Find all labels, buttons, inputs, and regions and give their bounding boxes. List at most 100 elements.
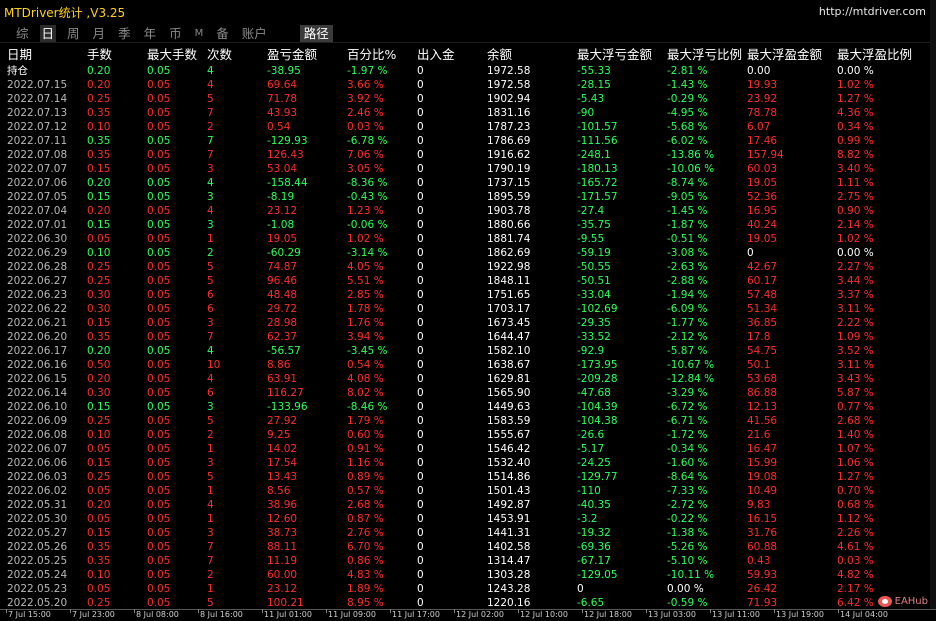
table-cell: 1546.42: [487, 443, 531, 455]
table-row[interactable]: 2022.06.06 0.15 0.05 3 17.54 1.16 % 0 1532.40 -2…: [0, 456, 930, 470]
table-row[interactable]: 2022.06.21 0.15 0.05 3 28.98 1.76 % 0 1673.45 -2…: [0, 316, 930, 330]
table-row[interactable]: 2022.05.23 0.05 0.05 1 23.12 1.89 % 0 1243.28 0 0…: [0, 582, 930, 596]
table-row[interactable]: 2022.07.05 0.15 0.05 3 -8.19 -0.43 % 0 1895.59 -…: [0, 190, 930, 204]
tab-9[interactable]: 账户: [240, 25, 269, 42]
table-row[interactable]: 2022.07.07 0.15 0.05 3 53.04 3.05 % 0 1790.19 -1…: [0, 162, 930, 176]
table-cell: 7: [207, 541, 214, 553]
table-cell: -2.81 %: [667, 64, 708, 77]
table-cell: -3.08 %: [667, 247, 708, 259]
column-header[interactable]: 盈亏金额: [267, 44, 347, 63]
table-cell: -13.86 %: [667, 149, 715, 161]
table-cell: 0: [417, 289, 424, 301]
table-row[interactable]: 2022.07.08 0.35 0.05 7 126.43 7.06 % 0 1916.62 -…: [0, 148, 930, 162]
table-cell: 1565.90: [487, 387, 531, 399]
table-cell: 1.78 %: [347, 303, 384, 315]
table-row[interactable]: 2022.06.09 0.25 0.05 5 27.92 1.79 % 0 1583.59 -1…: [0, 414, 930, 428]
table-row[interactable]: 2022.05.20 0.25 0.05 5 100.21 8.95 % 0 1220.16 -…: [0, 596, 930, 610]
table-cell: -33.52: [577, 331, 611, 343]
tab-1[interactable]: 日: [39, 24, 57, 42]
tab-6[interactable]: 币: [167, 25, 184, 42]
table-row[interactable]: 2022.06.02 0.05 0.05 1 8.56 0.57 % 0 1501.43 -11…: [0, 484, 930, 498]
table-row[interactable]: 2022.05.26 0.35 0.05 7 88.11 6.70 % 0 1402.58 -6…: [0, 540, 930, 554]
tab-2[interactable]: 周: [65, 25, 82, 42]
column-header[interactable]: 日期: [0, 44, 87, 63]
table-cell: 2022.06.17: [7, 345, 68, 357]
table-row[interactable]: 2022.07.04 0.20 0.05 4 23.12 1.23 % 0 1903.78 -2…: [0, 204, 930, 218]
table-row[interactable]: 2022.06.23 0.30 0.05 6 48.48 2.85 % 0 1751.65 -3…: [0, 288, 930, 302]
table-row[interactable]: 2022.06.17 0.20 0.05 4 -56.57 -3.45 % 0 1582.10…: [0, 344, 930, 358]
table-cell: 0.00 %: [667, 583, 704, 595]
table-cell: 0.03 %: [347, 121, 384, 133]
stats-table: 日期 手数 最大手数 次数 盈亏金额 百分比% 出入金 余额 最大浮亏金额 最大浮亏比例 最大浮盈金…: [0, 44, 930, 610]
table-row[interactable]: 2022.07.14 0.25 0.05 5 71.78 3.92 % 0 1902.94 -5…: [0, 92, 930, 106]
table-cell: 31.76: [747, 527, 778, 539]
table-row[interactable]: 2022.06.27 0.25 0.05 5 96.46 5.51 % 0 1848.11 -5…: [0, 274, 930, 288]
tab-3[interactable]: 月: [91, 25, 108, 42]
table-row[interactable]: 2022.06.30 0.05 0.05 1 19.05 1.02 % 0 1881.74 -9…: [0, 232, 930, 246]
website-link[interactable]: http://mtdriver.com: [819, 5, 926, 18]
table-row[interactable]: 2022.06.28 0.25 0.05 5 74.87 4.05 % 0 1922.98 -5…: [0, 260, 930, 274]
table-row[interactable]: 2022.07.13 0.35 0.05 7 43.93 2.46 % 0 1831.16 -9…: [0, 106, 930, 120]
table-cell: 3: [207, 317, 214, 329]
table-row[interactable]: 2022.06.14 0.30 0.05 6 116.27 8.02 % 0 1565.90 -…: [0, 386, 930, 400]
column-header[interactable]: 最大浮盈金额: [747, 44, 837, 63]
table-cell: 2022.06.10: [7, 401, 68, 413]
table-cell: -1.08: [267, 219, 295, 231]
table-row[interactable]: 2022.07.15 0.20 0.05 4 69.64 3.66 % 0 1972.58 -2…: [0, 78, 930, 92]
table-row[interactable]: 2022.06.10 0.15 0.05 3 -133.96 -8.46 % 0 1449.6…: [0, 400, 930, 414]
table-cell: 60.00: [267, 569, 298, 581]
table-cell: -1.45 %: [667, 205, 708, 217]
table-cell: 96.46: [267, 275, 298, 287]
column-header[interactable]: 最大浮亏比例: [667, 44, 747, 63]
column-header[interactable]: 百分比%: [347, 44, 417, 63]
table-cell: 1737.15: [487, 177, 531, 189]
tab-7[interactable]: M: [193, 25, 206, 42]
table-cell: 2.85 %: [347, 289, 384, 301]
tab-0[interactable]: 综: [14, 25, 31, 42]
table-row[interactable]: 持仓 0.20 0.05 4 -38.95 -1.97 % 0 1972.58 -55.33 -2…: [0, 63, 930, 78]
column-header[interactable]: 最大浮盈比例: [837, 44, 930, 63]
tab-8[interactable]: 备: [214, 25, 231, 42]
table-cell: 0.05: [147, 261, 171, 273]
table-row[interactable]: 2022.05.27 0.15 0.05 3 38.73 2.76 % 0 1441.31 -1…: [0, 526, 930, 540]
table-cell: 2022.05.31: [7, 499, 68, 511]
table-cell: 1903.78: [487, 205, 531, 217]
table-cell: 2.76 %: [347, 527, 384, 539]
column-header[interactable]: 手数: [87, 44, 147, 63]
table-row[interactable]: 2022.06.03 0.25 0.05 5 13.43 0.89 % 0 1514.86 -1…: [0, 470, 930, 484]
tab-4[interactable]: 季: [116, 25, 133, 42]
path-button[interactable]: 路径: [299, 24, 333, 42]
table-row[interactable]: 2022.05.31 0.20 0.05 4 38.96 2.68 % 0 1492.87 -4…: [0, 498, 930, 512]
table-row[interactable]: 2022.07.06 0.20 0.05 4 -158.44 -8.36 % 0 1737.1…: [0, 176, 930, 190]
table-cell: 5: [207, 275, 214, 287]
table-row[interactable]: 2022.05.25 0.35 0.05 7 11.19 0.86 % 0 1314.47 -6…: [0, 554, 930, 568]
table-cell: 8.95 %: [347, 597, 384, 609]
table-row[interactable]: 2022.07.01 0.15 0.05 3 -1.08 -0.06 % 0 1880.66 -…: [0, 218, 930, 232]
table-row[interactable]: 2022.07.12 0.10 0.05 2 0.54 0.03 % 0 1787.23 -10…: [0, 120, 930, 134]
tab-5[interactable]: 年: [142, 25, 159, 42]
table-row[interactable]: 2022.06.29 0.10 0.05 2 -60.29 -3.14 % 0 1862.69…: [0, 246, 930, 260]
table-row[interactable]: 2022.06.08 0.10 0.05 2 9.25 0.60 % 0 1555.67 -26…: [0, 428, 930, 442]
table-cell: 3.94 %: [347, 331, 384, 343]
table-row[interactable]: 2022.06.20 0.35 0.05 7 62.37 3.94 % 0 1644.47 -3…: [0, 330, 930, 344]
table-cell: 36.85: [747, 317, 778, 329]
table-cell: 3: [207, 219, 214, 231]
table-row[interactable]: 2022.05.30 0.05 0.05 1 12.60 0.87 % 0 1453.91 -3…: [0, 512, 930, 526]
table-cell: 3.44 %: [837, 275, 874, 287]
table-row[interactable]: 2022.06.15 0.20 0.05 4 63.91 4.08 % 0 1629.81 -2…: [0, 372, 930, 386]
vertical-scrollbar[interactable]: [930, 0, 936, 609]
column-header[interactable]: 最大浮亏金额: [577, 44, 667, 63]
table-row[interactable]: 2022.06.07 0.05 0.05 1 14.02 0.91 % 0 1546.42 -5…: [0, 442, 930, 456]
table-cell: 6: [207, 387, 214, 399]
column-header[interactable]: 出入金: [417, 44, 487, 63]
table-cell: 0.05: [147, 247, 171, 259]
column-header[interactable]: 最大手数: [147, 44, 207, 63]
table-cell: 0: [417, 485, 424, 497]
table-row[interactable]: 2022.06.22 0.30 0.05 6 29.72 1.78 % 0 1703.17 -1…: [0, 302, 930, 316]
table-row[interactable]: 2022.07.11 0.35 0.05 7 -129.93 -6.78 % 0 1786.6…: [0, 134, 930, 148]
table-cell: 0: [417, 373, 424, 385]
table-row[interactable]: 2022.05.24 0.10 0.05 2 60.00 4.83 % 0 1303.28 -1…: [0, 568, 930, 582]
column-header[interactable]: 余额: [487, 44, 577, 63]
column-header[interactable]: 次数: [207, 44, 267, 63]
table-row[interactable]: 2022.06.16 0.50 0.05 10 8.86 0.54 % 0 1638.67 -1…: [0, 358, 930, 372]
